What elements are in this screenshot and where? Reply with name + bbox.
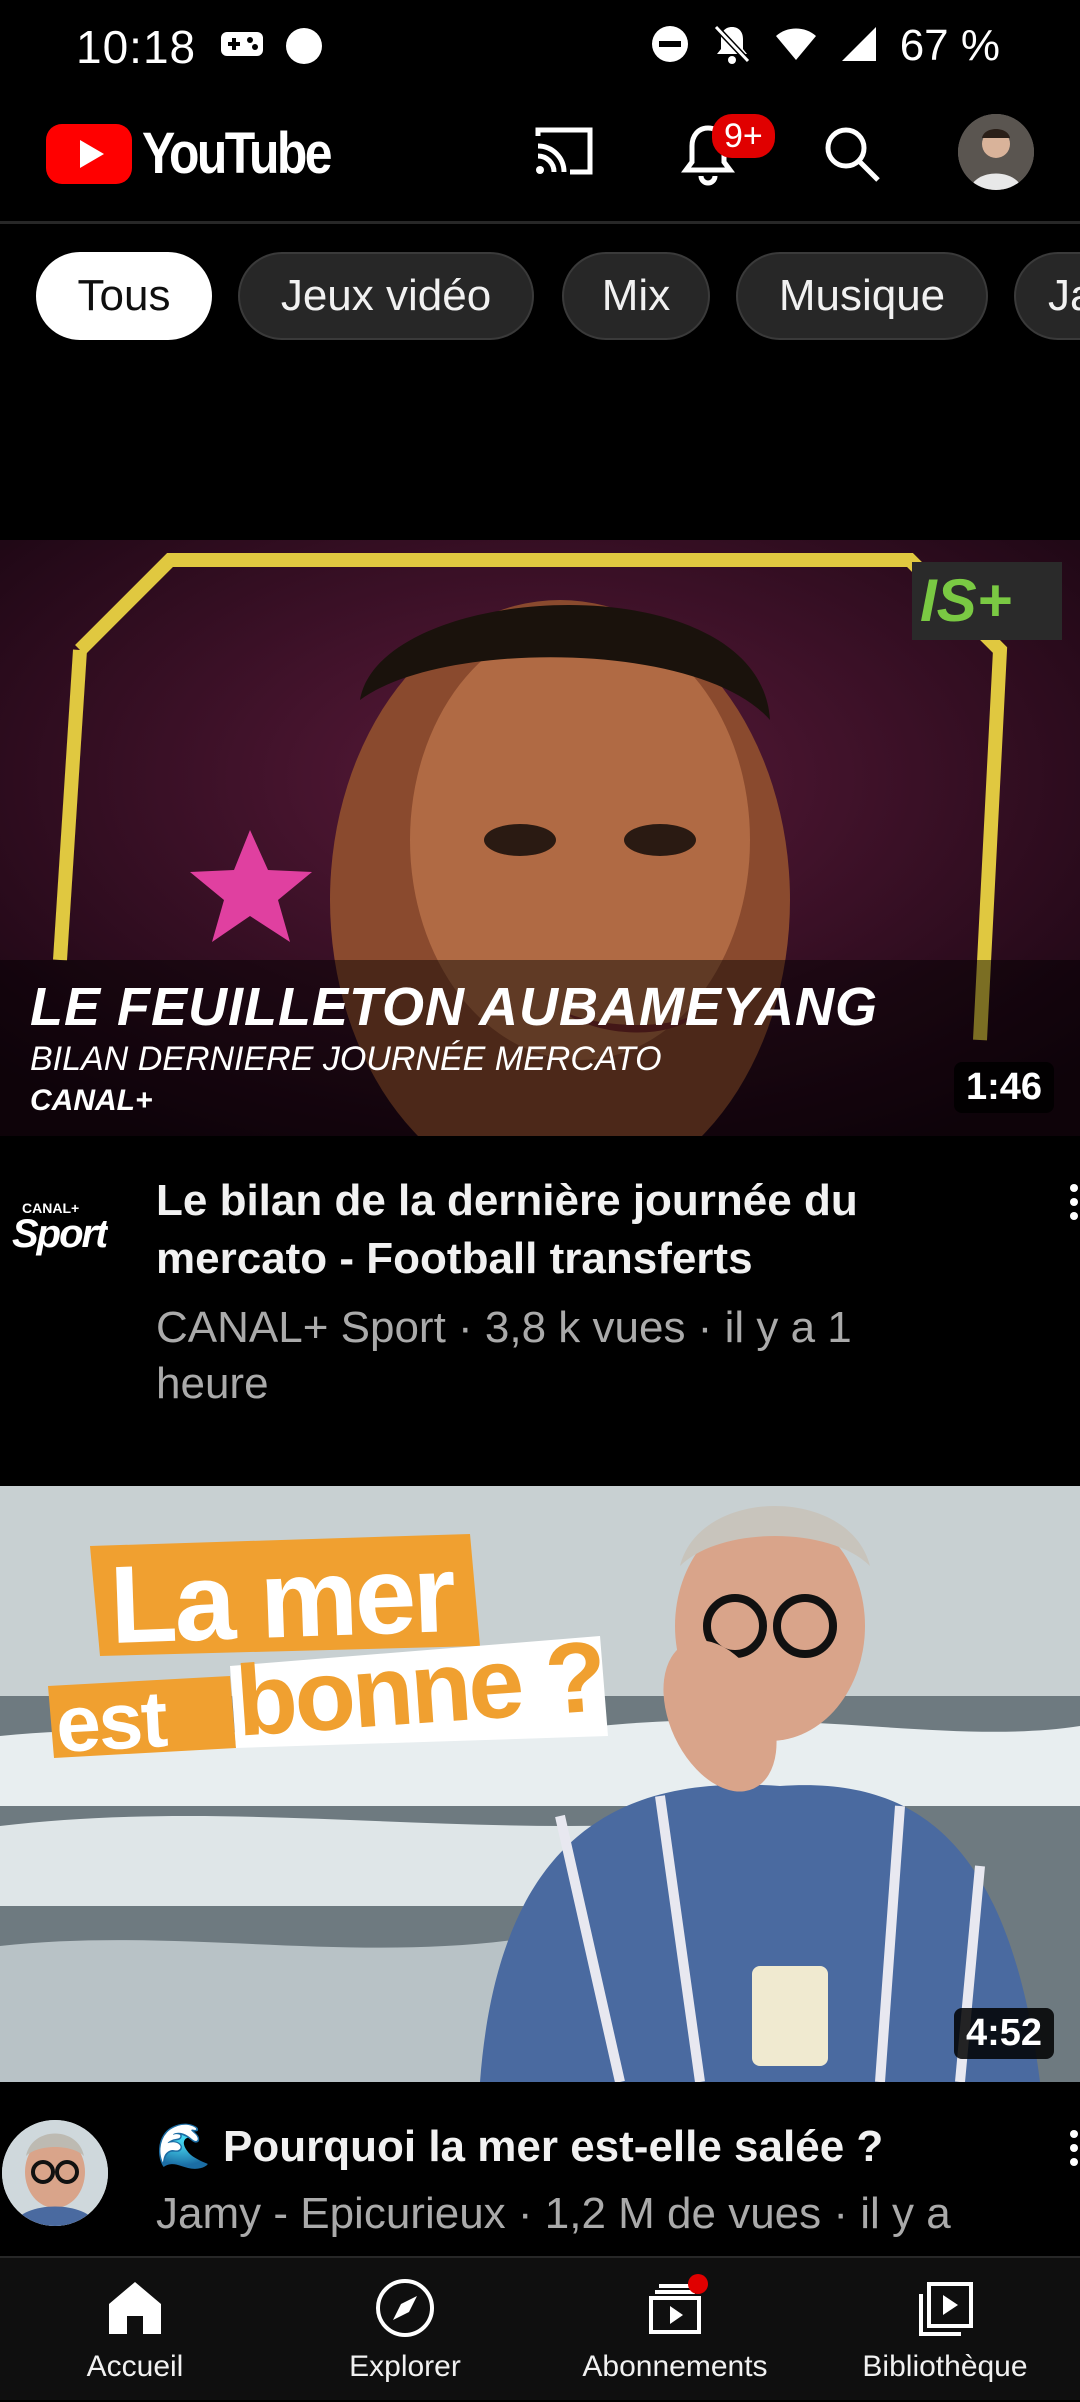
bottom-navigation: Accueil Explorer Abonnements Bibliothèqu… [0,2256,1080,2400]
nav-label: Explorer [349,2350,461,2383]
youtube-logo-text: YouTube [142,121,332,186]
top-app-bar: YouTube 9+ [0,92,1080,224]
nav-library[interactable]: Bibliothèque [810,2258,1080,2402]
thumbnail-title-line2a: est [53,1674,168,1769]
notification-dot-icon [286,28,322,64]
search-icon[interactable] [822,124,882,189]
video-metadata: CANAL+ Sport · 3,8 k vues · il y a 1 heu… [156,1300,956,1412]
chip-ja[interactable]: Ja [1014,252,1080,340]
filter-chips-bar: Tous Jeux vidéo Mix Musique Ja [0,248,1080,348]
signal-icon [840,25,878,68]
youtube-play-icon [46,123,132,184]
nav-label: Accueil [86,2350,184,2383]
status-time: 10:18 [76,21,197,73]
wifi-icon [774,26,818,67]
nav-home[interactable]: Accueil [0,2258,270,2402]
video-thumbnail[interactable]: La mer est bonne ? 4:52 [0,1486,1080,2082]
nav-explore[interactable]: Explorer [270,2258,540,2402]
thumbnail-corner-logo: IS+ [920,567,1012,634]
video-title[interactable]: Le bilan de la dernière journée du merca… [156,1172,956,1288]
chip-tous[interactable]: Tous [36,252,212,340]
video-title-line: Le bilan de la dernière journée du [156,1176,858,1225]
compass-icon [376,2279,434,2337]
thumbnail-title: LE FEUILLETON AUBAMEYANG [30,977,879,1037]
video-title-line: mercato - Football transferts [156,1234,753,1283]
chip-jeux-video[interactable]: Jeux vidéo [238,252,534,340]
video-metadata: Jamy - Epicurieux · 1,2 M de vues · il y… [156,2186,1016,2242]
nav-label: Bibliothèque [862,2350,1028,2383]
more-options-icon[interactable] [1070,1184,1080,1226]
thumbnail-brand: CANAL+ [30,1084,153,1117]
video-meta-line: Jamy - Epicurieux · 1,2 M de vues · il y… [156,2189,951,2238]
video-title-line: Pourquoi la mer est-elle salée ? [223,2122,884,2171]
status-bar: 10:18 67 % [0,0,1080,92]
nav-label: Abonnements [582,2350,768,2383]
channel-logo-text: Sport [12,1212,108,1256]
video-thumbnail[interactable]: IS+ LE FEUILLETON AUBAMEYANG BILAN DERNI… [0,540,1080,1136]
thumbnail-subtitle: BILAN DERNIERE JOURNÉE MERCATO [30,1040,662,1078]
video-title[interactable]: 🌊 Pourquoi la mer est-elle salée ? [156,2118,976,2176]
notification-badge: 9+ [712,114,775,158]
video-duration: 1:46 [953,1062,1054,1113]
chip-musique[interactable]: Musique [736,252,988,340]
dnd-icon [650,24,690,69]
profile-avatar[interactable] [958,114,1034,190]
battery-level: 67 % [899,21,1000,70]
cast-icon[interactable] [532,124,596,183]
video-meta-line: heure [156,1359,269,1408]
wave-emoji-icon: 🌊 [156,2122,211,2171]
home-icon [109,2282,161,2334]
chip-mix[interactable]: Mix [562,252,710,340]
nav-subscriptions[interactable]: Abonnements [540,2258,810,2402]
bell-off-icon [712,23,752,70]
channel-avatar[interactable] [2,2120,108,2226]
youtube-logo[interactable]: YouTube [46,120,360,187]
channel-avatar[interactable]: CANAL+ Sport [2,1178,108,1284]
gamepad-icon [220,26,264,67]
video-duration: 4:52 [953,2008,1054,2059]
video-meta-line: CANAL+ Sport · 3,8 k vues · il y a 1 [156,1303,852,1352]
more-options-icon[interactable] [1070,2130,1080,2172]
library-icon [919,2282,973,2336]
new-content-dot [688,2274,708,2294]
